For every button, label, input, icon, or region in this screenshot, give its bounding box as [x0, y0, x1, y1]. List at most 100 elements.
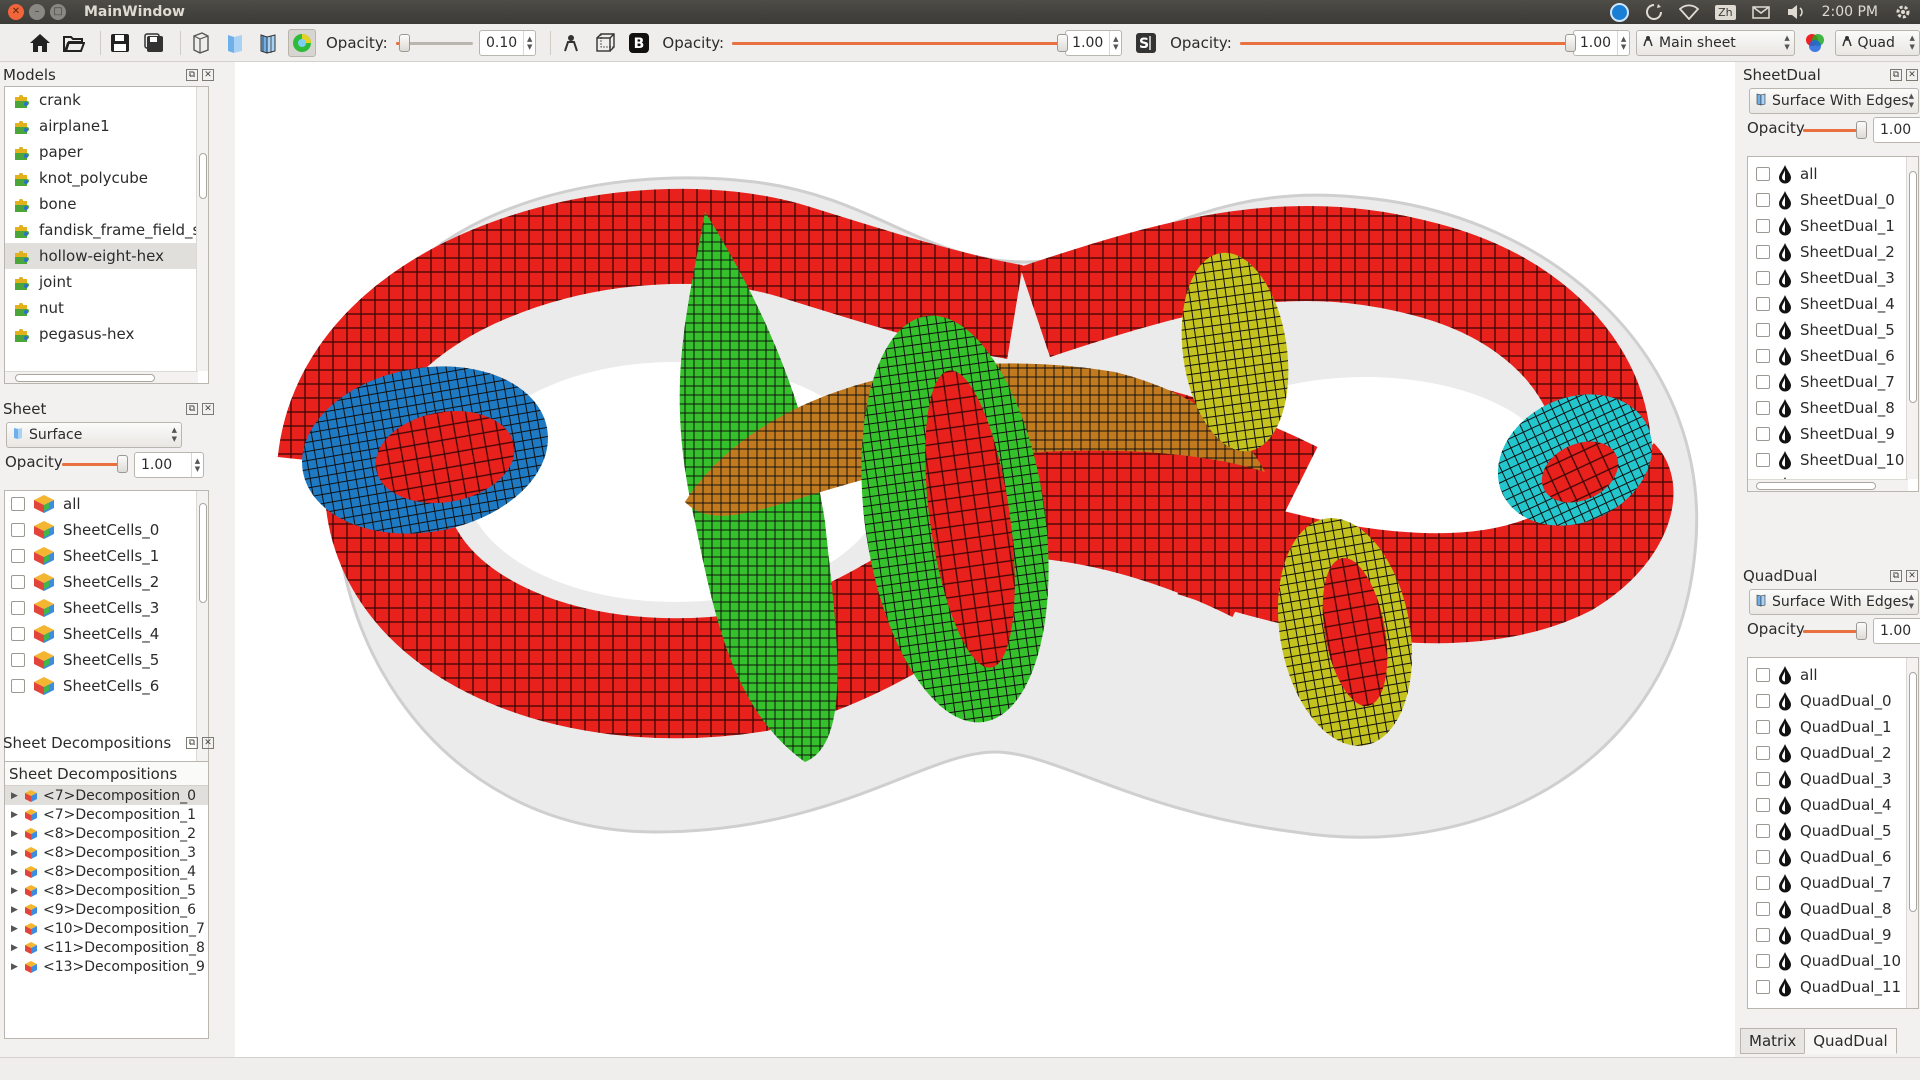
quaddual-item-quaddual-11[interactable]: QuadDual_11 [1748, 974, 1918, 1000]
sheet-item-checkbox[interactable] [11, 523, 25, 537]
quaddual-item-quaddual-6[interactable]: QuadDual_6 [1748, 844, 1918, 870]
quaddual-render-mode-select[interactable]: Surface With Edges ▲ ▼ [1749, 589, 1919, 615]
sheet-item-checkbox[interactable] [11, 549, 25, 563]
sheetdual-item-sheetdual-9[interactable]: SheetDual_9 [1748, 421, 1918, 447]
decomposition-item-1[interactable]: ▶ <7>Decomposition_1 [5, 805, 208, 824]
quaddual-close-button[interactable]: ✕ [1906, 570, 1918, 582]
quaddual-item-checkbox[interactable] [1756, 824, 1770, 838]
home-icon[interactable] [26, 29, 54, 57]
model-item-nut[interactable]: nut [5, 295, 208, 321]
sync-icon[interactable] [1645, 3, 1663, 21]
quaddual-item-quaddual-10[interactable]: QuadDual_10 [1748, 948, 1918, 974]
cube-outline-icon[interactable] [591, 29, 619, 57]
sheetdual-item-checkbox[interactable] [1756, 427, 1770, 441]
quaddual-item-quaddual-8[interactable]: QuadDual_8 [1748, 896, 1918, 922]
quaddual-vscroll[interactable] [1906, 658, 1918, 1008]
quaddual-item-quaddual-5[interactable]: QuadDual_5 [1748, 818, 1918, 844]
sheetdual-item-all[interactable]: all [1748, 161, 1918, 187]
sheetdual-float-button[interactable]: ⧉ [1890, 69, 1902, 81]
model-item-airplane1[interactable]: airplane1 [5, 113, 208, 139]
model-item-pegasus-hex[interactable]: pegasus-hex [5, 321, 208, 347]
sheetdual-item-checkbox[interactable] [1756, 375, 1770, 389]
sheetdual-render-mode-select[interactable]: Surface With Edges ▲ ▼ [1749, 88, 1919, 114]
model-item-hollow-eight-hex[interactable]: hollow-eight-hex [5, 243, 208, 269]
mail-icon[interactable] [1751, 5, 1770, 19]
save-all-icon[interactable] [140, 29, 168, 57]
expand-arrow-icon[interactable]: ▶ [11, 791, 25, 801]
expand-arrow-icon[interactable]: ▶ [11, 848, 25, 858]
quaddual-item-quaddual-1[interactable]: QuadDual_1 [1748, 714, 1918, 740]
quaddual-item-quaddual-4[interactable]: QuadDual_4 [1748, 792, 1918, 818]
quaddual-item-checkbox[interactable] [1756, 720, 1770, 734]
decomposition-item-8[interactable]: ▶ <11>Decomposition_8 [5, 938, 208, 957]
sheet-close-button[interactable]: ✕ [202, 403, 214, 415]
decomp-float-button[interactable]: ⧉ [186, 737, 198, 749]
sheet-render-mode-select[interactable]: Surface ▲ ▼ [6, 422, 182, 448]
sheet-item-sheetcells-2[interactable]: SheetCells_2 [5, 569, 208, 595]
decomposition-item-9[interactable]: ▶ <13>Decomposition_9 [5, 957, 208, 976]
volume-icon[interactable] [1786, 4, 1806, 20]
decomposition-item-6[interactable]: ▶ <9>Decomposition_6 [5, 900, 208, 919]
expand-arrow-icon[interactable]: ▶ [11, 962, 25, 972]
decomposition-item-4[interactable]: ▶ <8>Decomposition_4 [5, 862, 208, 881]
decomposition-item-3[interactable]: ▶ <8>Decomposition_3 [5, 843, 208, 862]
sheet-item-checkbox[interactable] [11, 575, 25, 589]
3d-viewport[interactable] [235, 62, 1735, 1057]
expand-arrow-icon[interactable]: ▶ [11, 867, 25, 877]
quaddual-float-button[interactable]: ⧉ [1890, 570, 1902, 582]
clock[interactable]: 2:00 PM [1822, 4, 1878, 20]
tab-quaddual[interactable]: QuadDual [1804, 1028, 1897, 1054]
model-item-crank[interactable]: crank [5, 87, 208, 113]
teamviewer-icon[interactable] [1610, 2, 1630, 22]
sheet-item-checkbox[interactable] [11, 627, 25, 641]
sheetdual-close-button[interactable]: ✕ [1906, 69, 1918, 81]
sheet-item-sheetcells-3[interactable]: SheetCells_3 [5, 595, 208, 621]
sheetdual-item-checkbox[interactable] [1756, 193, 1770, 207]
quaddual-item-checkbox[interactable] [1756, 954, 1770, 968]
sheetdual-opacity-spinbox[interactable]: 1.00 [1873, 117, 1920, 143]
edges-cube-icon[interactable] [254, 29, 282, 57]
sheetdual-hscroll[interactable] [1748, 479, 1908, 491]
sheet-item-checkbox[interactable] [11, 601, 25, 615]
person-icon[interactable] [557, 29, 585, 57]
sheet-item-checkbox[interactable] [11, 497, 25, 511]
quaddual-item-checkbox[interactable] [1756, 928, 1770, 942]
sheet-item-checkbox[interactable] [11, 679, 25, 693]
model-item-bone[interactable]: bone [5, 191, 208, 217]
expand-arrow-icon[interactable]: ▶ [11, 810, 25, 820]
opacity-spinbox-2[interactable]: 1.00 ▲ ▼ [1065, 29, 1123, 56]
settings-gear-icon[interactable] [1894, 3, 1912, 21]
opacity-slider-2[interactable] [732, 33, 1069, 53]
wifi-icon[interactable] [1679, 4, 1700, 20]
quaddual-item-checkbox[interactable] [1756, 850, 1770, 864]
sheetdual-item-sheetdual-3[interactable]: SheetDual_3 [1748, 265, 1918, 291]
sheetdual-item-checkbox[interactable] [1756, 401, 1770, 415]
expand-arrow-icon[interactable]: ▶ [11, 829, 25, 839]
model-item-joint[interactable]: joint [5, 269, 208, 295]
decomposition-item-0[interactable]: ▶ <7>Decomposition_0 [5, 786, 208, 805]
models-float-button[interactable]: ⧉ [186, 69, 198, 81]
opacity-spinbox-1[interactable]: 0.10 ▲ ▼ [478, 29, 537, 56]
sheet-item-sheetcells-4[interactable]: SheetCells_4 [5, 621, 208, 647]
quaddual-item-quaddual-3[interactable]: QuadDual_3 [1748, 766, 1918, 792]
sheetdual-item-checkbox[interactable] [1756, 453, 1770, 467]
opacity-slider-1[interactable] [395, 33, 473, 53]
sheetdual-item-sheetdual-5[interactable]: SheetDual_5 [1748, 317, 1918, 343]
color-sphere-icon[interactable] [288, 28, 316, 57]
sheetdual-item-sheetdual-0[interactable]: SheetDual_0 [1748, 187, 1918, 213]
quaddual-item-quaddual-0[interactable]: QuadDual_0 [1748, 688, 1918, 714]
quaddual-opacity-spinbox[interactable]: 1.00 [1873, 618, 1920, 644]
close-window-button[interactable]: ✕ [8, 4, 24, 20]
sheet-float-button[interactable]: ⧉ [186, 403, 198, 415]
sheetdual-item-checkbox[interactable] [1756, 349, 1770, 363]
quaddual-item-quaddual-9[interactable]: QuadDual_9 [1748, 922, 1918, 948]
expand-arrow-icon[interactable]: ▶ [11, 905, 25, 915]
sheetdual-item-sheetdual-2[interactable]: SheetDual_2 [1748, 239, 1918, 265]
sheetdual-item-sheetdual-1[interactable]: SheetDual_1 [1748, 213, 1918, 239]
sheetdual-item-checkbox[interactable] [1756, 219, 1770, 233]
tab-matrix[interactable]: Matrix [1740, 1028, 1806, 1054]
quaddual-item-quaddual-7[interactable]: QuadDual_7 [1748, 870, 1918, 896]
quaddual-item-checkbox[interactable] [1756, 746, 1770, 760]
decomposition-item-7[interactable]: ▶ <10>Decomposition_7 [5, 919, 208, 938]
quaddual-item-all[interactable]: all [1748, 662, 1918, 688]
